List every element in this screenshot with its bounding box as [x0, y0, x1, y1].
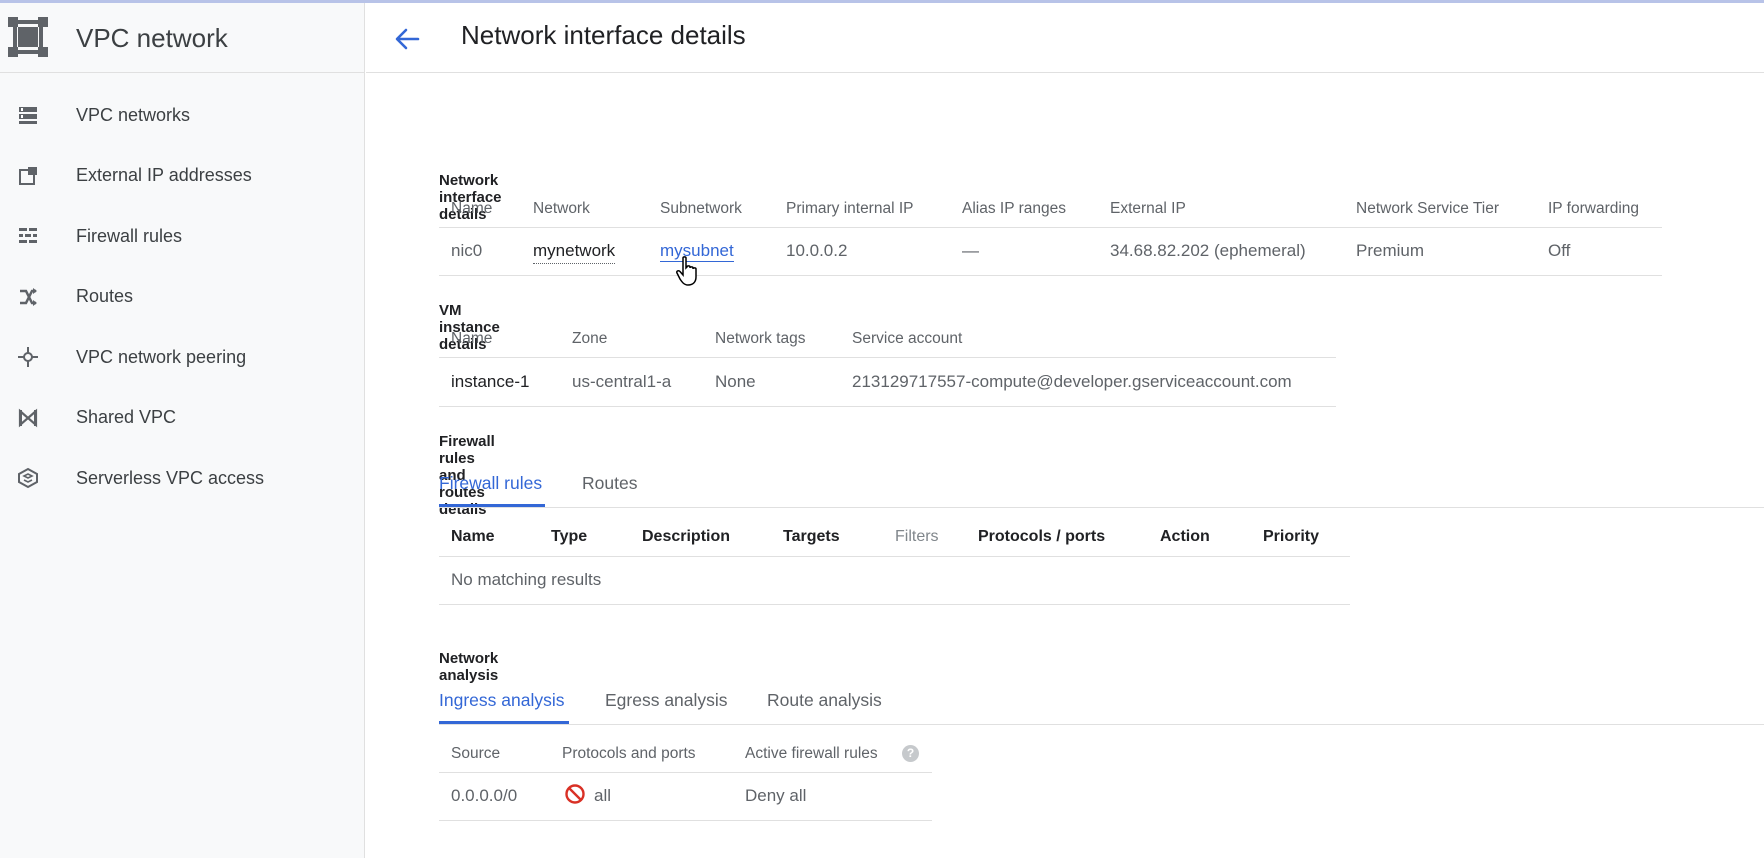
nic-header-external-ip: External IP: [1110, 200, 1186, 217]
nic-header-name: Name: [451, 200, 493, 217]
sidebar-item-firewall-rules[interactable]: Firewall rules: [0, 206, 365, 267]
divider: [439, 820, 932, 821]
nic-header-subnetwork: Subnetwork: [660, 200, 742, 217]
tab-firewall-rules[interactable]: Firewall rules: [439, 473, 542, 494]
vm-header-name: Name: [451, 330, 493, 347]
service-tier-cell: Premium: [1356, 241, 1425, 260]
analysis-source-cell: 0.0.0.0/0: [451, 786, 518, 805]
ip-forwarding-cell: Off: [1548, 241, 1571, 260]
sidebar-item-shared-vpc[interactable]: Shared VPC: [0, 388, 365, 449]
fw-header-targets: Targets: [783, 528, 840, 545]
back-arrow-icon[interactable]: [392, 24, 422, 54]
vpc-networks-icon: [16, 103, 40, 127]
tab-ingress-analysis[interactable]: Ingress analysis: [439, 690, 564, 711]
fw-header-type: Type: [551, 528, 588, 545]
sidebar-item-label: VPC network peering: [76, 346, 247, 367]
vm-tags-cell: None: [715, 372, 756, 391]
fw-header-description: Description: [642, 528, 731, 545]
fw-empty-message: No matching results: [451, 570, 602, 589]
sidebar-item-vpc-networks[interactable]: VPC networks: [0, 85, 365, 146]
divider: [439, 604, 1350, 605]
nic-header-service-tier: Network Service Tier: [1356, 200, 1499, 217]
tab-routes[interactable]: Routes: [582, 473, 637, 494]
divider: [439, 556, 1350, 557]
divider: [439, 275, 1662, 276]
external-ip-icon: [16, 164, 40, 188]
sidebar-item-label: Firewall rules: [76, 225, 183, 246]
analysis-header-protocols: Protocols and ports: [562, 745, 696, 762]
sidebar-header: VPC network: [0, 3, 365, 73]
nic-header-ip-forwarding: IP forwarding: [1548, 200, 1640, 217]
sidebar-item-label: External IP addresses: [76, 165, 252, 186]
vm-name-cell: instance-1: [451, 372, 530, 391]
network-link[interactable]: mynetwork: [533, 241, 616, 264]
sidebar-item-label: Shared VPC: [76, 407, 177, 428]
page-header: Network interface details: [366, 3, 1764, 73]
vm-header-network-tags: Network tags: [715, 330, 806, 347]
sidebar-nav: VPC networks External IP addresses Firew…: [0, 85, 365, 509]
analysis-section-title: Network analysis: [439, 650, 499, 684]
alias-ip-cell: —: [962, 241, 979, 260]
nic-name-cell: nic0: [451, 241, 483, 260]
nic-header-primary-ip: Primary internal IP: [786, 200, 914, 217]
deny-icon: [565, 784, 585, 804]
primary-ip-cell: 10.0.0.2: [786, 241, 848, 260]
nic-header-alias-ip: Alias IP ranges: [962, 200, 1066, 217]
fw-header-protocols: Protocols / ports: [978, 528, 1106, 545]
vpc-network-logo-icon: [8, 17, 48, 57]
vm-header-service-account: Service account: [852, 330, 963, 347]
analysis-active-rules-cell: Deny all: [745, 786, 807, 805]
tab-egress-analysis[interactable]: Egress analysis: [605, 690, 728, 711]
app-title: VPC network: [76, 23, 228, 53]
divider: [439, 507, 1764, 508]
analysis-header-active-rules: Active firewall rules: [745, 745, 878, 762]
sidebar-item-vpc-peering[interactable]: VPC network peering: [0, 327, 365, 388]
vm-service-account-cell: 213129717557-compute@developer.gservicea…: [852, 372, 1292, 391]
help-icon[interactable]: ?: [902, 745, 919, 762]
nic-header-network: Network: [533, 200, 590, 217]
fw-header-name: Name: [451, 528, 495, 545]
shared-vpc-icon: [16, 406, 40, 430]
divider: [439, 772, 932, 773]
sidebar-item-serverless-vpc[interactable]: Serverless VPC access: [0, 448, 365, 509]
divider: [439, 227, 1662, 228]
sidebar-item-label: Routes: [76, 286, 134, 307]
fw-header-priority: Priority: [1263, 528, 1320, 545]
firewall-icon: [16, 224, 40, 248]
peering-icon: [16, 345, 40, 369]
divider: [439, 357, 1336, 358]
hand-cursor-icon: [676, 256, 697, 286]
divider: [439, 724, 1764, 725]
analysis-header-source: Source: [451, 745, 501, 762]
fw-header-action: Action: [1160, 528, 1210, 545]
vm-zone-cell: us-central1-a: [572, 372, 672, 391]
vm-header-zone: Zone: [572, 330, 608, 347]
divider: [439, 406, 1336, 407]
serverless-icon: [16, 466, 40, 490]
sidebar-item-external-ip[interactable]: External IP addresses: [0, 146, 365, 207]
analysis-protocols-cell: all: [594, 786, 612, 805]
sidebar-item-routes[interactable]: Routes: [0, 267, 365, 328]
routes-icon: [16, 285, 40, 309]
sidebar-item-label: Serverless VPC access: [76, 467, 265, 488]
tab-route-analysis[interactable]: Route analysis: [767, 690, 882, 711]
page-title: Network interface details: [461, 20, 746, 50]
sidebar: VPC network VPC networks External IP add…: [0, 3, 365, 858]
external-ip-cell: 34.68.82.202 (ephemeral): [1110, 241, 1306, 260]
fw-header-filters: Filters: [895, 528, 939, 545]
sidebar-item-label: VPC networks: [76, 104, 191, 125]
